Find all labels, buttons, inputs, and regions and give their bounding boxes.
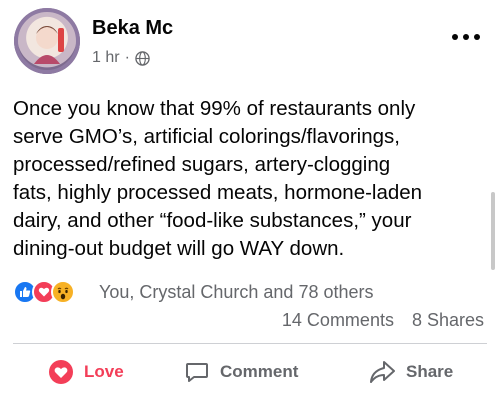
- love-label: Love: [84, 362, 124, 381]
- wow-icon: [51, 280, 75, 304]
- share-icon: [370, 361, 395, 383]
- post-time[interactable]: 1 hr: [92, 49, 120, 67]
- facebook-post: Beka Mc 1 hr · Once you know that 99% of…: [0, 0, 500, 403]
- divider: [13, 343, 487, 344]
- author-name[interactable]: Beka Mc: [92, 17, 173, 40]
- avatar[interactable]: [14, 8, 80, 74]
- scrollbar[interactable]: [491, 192, 495, 270]
- shares-count[interactable]: 8 Shares: [412, 308, 484, 332]
- more-options-icon[interactable]: [452, 34, 480, 42]
- love-button[interactable]: Love: [48, 357, 124, 387]
- share-label: Share: [406, 362, 454, 381]
- reaction-summary[interactable]: You, Crystal Church and 78 others: [99, 280, 374, 304]
- love-icon: [49, 360, 73, 384]
- post-meta: 1 hr ·: [92, 49, 150, 67]
- engagement-counts: 14 Comments 8 Shares: [282, 308, 484, 332]
- share-button[interactable]: Share: [368, 357, 453, 387]
- meta-separator: ·: [124, 49, 130, 66]
- comment-button[interactable]: Comment: [184, 357, 298, 387]
- comment-icon: [186, 363, 208, 382]
- comments-count[interactable]: 14 Comments: [282, 308, 394, 332]
- avatar-image: [14, 8, 80, 74]
- reaction-icons[interactable]: [13, 280, 75, 304]
- comment-label: Comment: [220, 362, 299, 381]
- globe-icon: [135, 50, 150, 66]
- post-text: Once you know that 99% of restaurants on…: [13, 97, 423, 260]
